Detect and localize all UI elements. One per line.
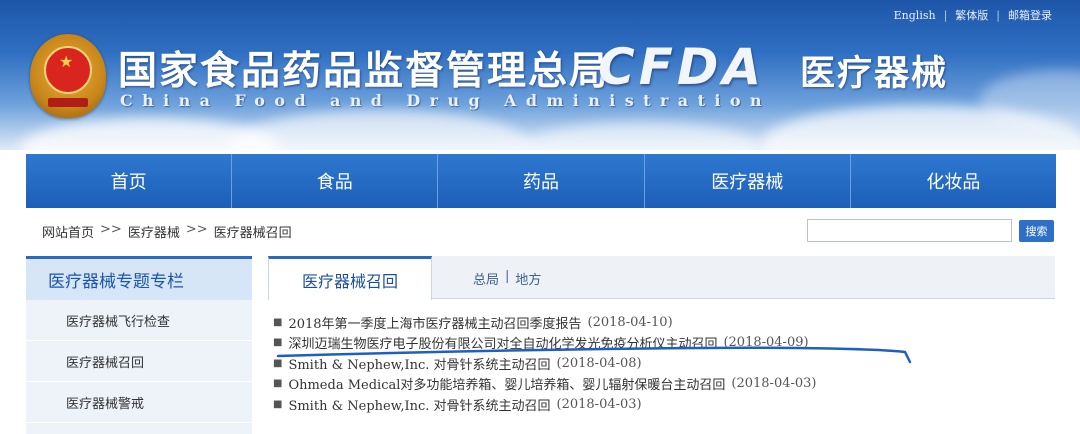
breadcrumb-current[interactable]: 医疗器械召回 — [214, 222, 292, 241]
bullet-icon: ■ — [273, 316, 283, 328]
content-tabbar: 医疗器械召回 总局 | 地方 — [268, 256, 1055, 300]
sidebar-item-alert[interactable]: 医疗器械警戒 — [26, 382, 252, 423]
list-item-date: (2018-04-10) — [587, 314, 673, 330]
breadcrumb: 网站首页 >> 医疗器械 >> 医疗器械召回 — [42, 222, 292, 241]
breadcrumb-home-link[interactable]: 网站首页 — [42, 222, 94, 241]
section-title: 医疗器械 — [800, 54, 949, 94]
english-link[interactable]: English — [894, 9, 936, 22]
recall-list: ■ 2018年第一季度上海市医疗器械主动召回季度报告 (2018-04-10) … — [273, 312, 1053, 415]
list-item-date: (2018-04-08) — [556, 355, 642, 371]
list-item[interactable]: ■ Smith & Nephew,Inc. 对骨针系统主动召回 (2018-04… — [273, 394, 1053, 415]
scope-links: 总局 | 地方 — [473, 269, 541, 288]
breadcrumb-medical-devices-link[interactable]: 医疗器械 — [128, 222, 180, 241]
list-item-date: (2018-04-09) — [723, 335, 809, 351]
list-item[interactable]: ■ Ohmeda Medical对多功能培养箱、婴儿培养箱、婴儿辐射保暖台主动召… — [273, 374, 1053, 395]
bullet-icon: ■ — [273, 398, 283, 410]
agency-title-cn: 国家食品药品监督管理总局 — [118, 49, 611, 94]
mail-login-link[interactable]: 邮箱登录 — [1008, 7, 1052, 23]
divider: | — [943, 8, 948, 22]
nav-item-cosmetics[interactable]: 化妆品 — [851, 154, 1056, 208]
divider: | — [996, 8, 1000, 22]
nav-item-drugs[interactable]: 药品 — [438, 154, 645, 208]
cloud-decoration — [520, 122, 760, 150]
tab-medical-device-recall[interactable]: 医疗器械召回 — [268, 256, 432, 300]
breadcrumb-separator: >> — [185, 222, 208, 237]
tab-link-headquarters[interactable]: 总局 — [473, 269, 499, 288]
bullet-icon: ■ — [273, 357, 283, 369]
search-button[interactable]: 搜索 — [1019, 220, 1054, 242]
sidebar-title: 医疗器械专题专栏 — [26, 256, 252, 300]
bullet-icon: ■ — [273, 378, 283, 390]
list-item-date: (2018-04-03) — [556, 396, 642, 412]
top-links: English | 繁体版 | 邮箱登录 — [894, 7, 1052, 23]
main-nav: 首页 食品 药品 医疗器械 化妆品 — [26, 154, 1056, 208]
tab-link-local[interactable]: 地方 — [515, 269, 541, 288]
divider: | — [505, 269, 510, 284]
list-item-title[interactable]: 2018年第一季度上海市医疗器械主动召回季度报告 — [288, 313, 581, 332]
list-item[interactable]: ■ 2018年第一季度上海市医疗器械主动召回季度报告 (2018-04-10) — [273, 312, 1053, 333]
header-banner: English | 繁体版 | 邮箱登录 ★ 国家食品药品监督管理总局 Chin… — [0, 0, 1080, 150]
bullet-icon: ■ — [273, 337, 283, 349]
nav-item-home[interactable]: 首页 — [26, 154, 233, 208]
list-item-date: (2018-04-03) — [731, 376, 817, 392]
cloud-decoration — [230, 110, 530, 150]
list-item-title[interactable]: Ohmeda Medical对多功能培养箱、婴儿培养箱、婴儿辐射保暖台主动召回 — [288, 374, 725, 393]
search-input[interactable] — [807, 219, 1012, 242]
list-item[interactable]: ■ Smith & Nephew,Inc. 对骨针系统主动召回 (2018-04… — [273, 353, 1053, 374]
sidebar-item-flight-inspection[interactable]: 医疗器械飞行检查 — [26, 300, 252, 341]
list-item-title[interactable]: Smith & Nephew,Inc. 对骨针系统主动召回 — [288, 395, 550, 414]
sidebar-item-recall[interactable]: 医疗器械召回 — [26, 341, 252, 382]
national-emblem-icon: ★ — [30, 34, 106, 118]
list-item[interactable]: ■ 深圳迈瑞生物医疗电子股份有限公司对全自动化学发光免疫分析仪主动召回 (201… — [273, 333, 1053, 354]
nav-item-food[interactable]: 食品 — [232, 154, 439, 208]
list-item-title[interactable]: Smith & Nephew,Inc. 对骨针系统主动召回 — [288, 354, 550, 373]
nav-item-medical-devices[interactable]: 医疗器械 — [645, 154, 851, 208]
breadcrumb-separator: >> — [100, 222, 122, 237]
sidebar: 医疗器械专题专栏 医疗器械飞行检查 医疗器械召回 医疗器械警戒 — [26, 256, 252, 434]
list-item-title[interactable]: 深圳迈瑞生物医疗电子股份有限公司对全自动化学发光免疫分析仪主动召回 — [288, 333, 717, 352]
traditional-chinese-link[interactable]: 繁体版 — [955, 7, 988, 23]
cfda-logo: CFDA — [598, 38, 766, 96]
